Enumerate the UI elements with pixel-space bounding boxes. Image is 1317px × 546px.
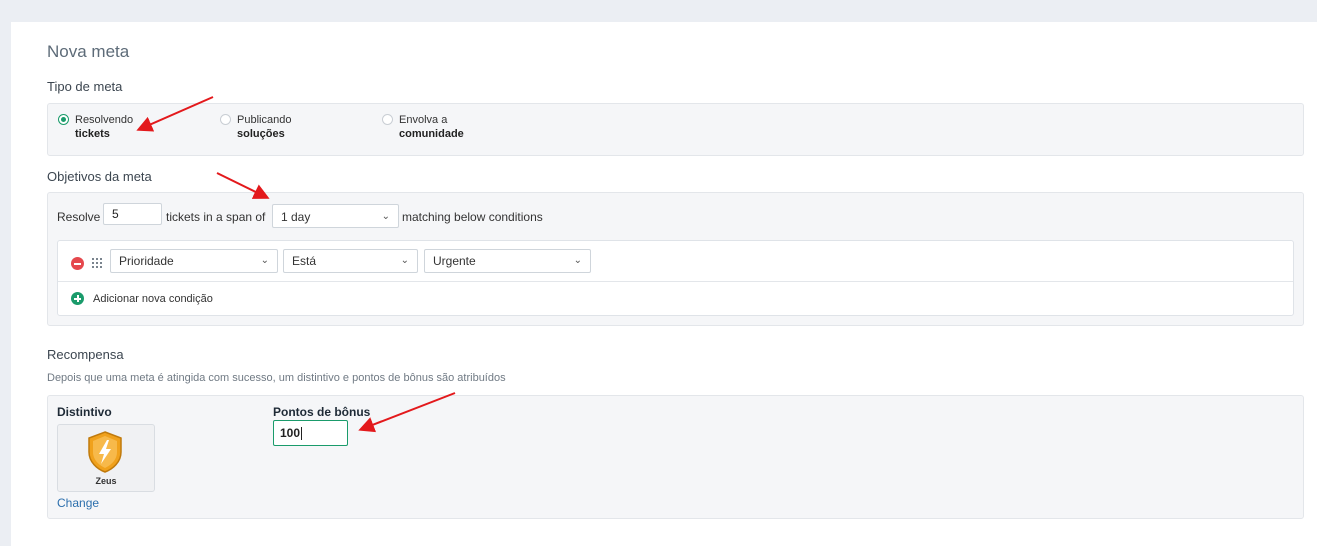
arrow-to-bonus-input (358, 392, 456, 433)
arrow-to-goal-type (136, 96, 214, 132)
annotation-arrows (136, 96, 456, 433)
arrow-to-span-select (216, 172, 270, 199)
